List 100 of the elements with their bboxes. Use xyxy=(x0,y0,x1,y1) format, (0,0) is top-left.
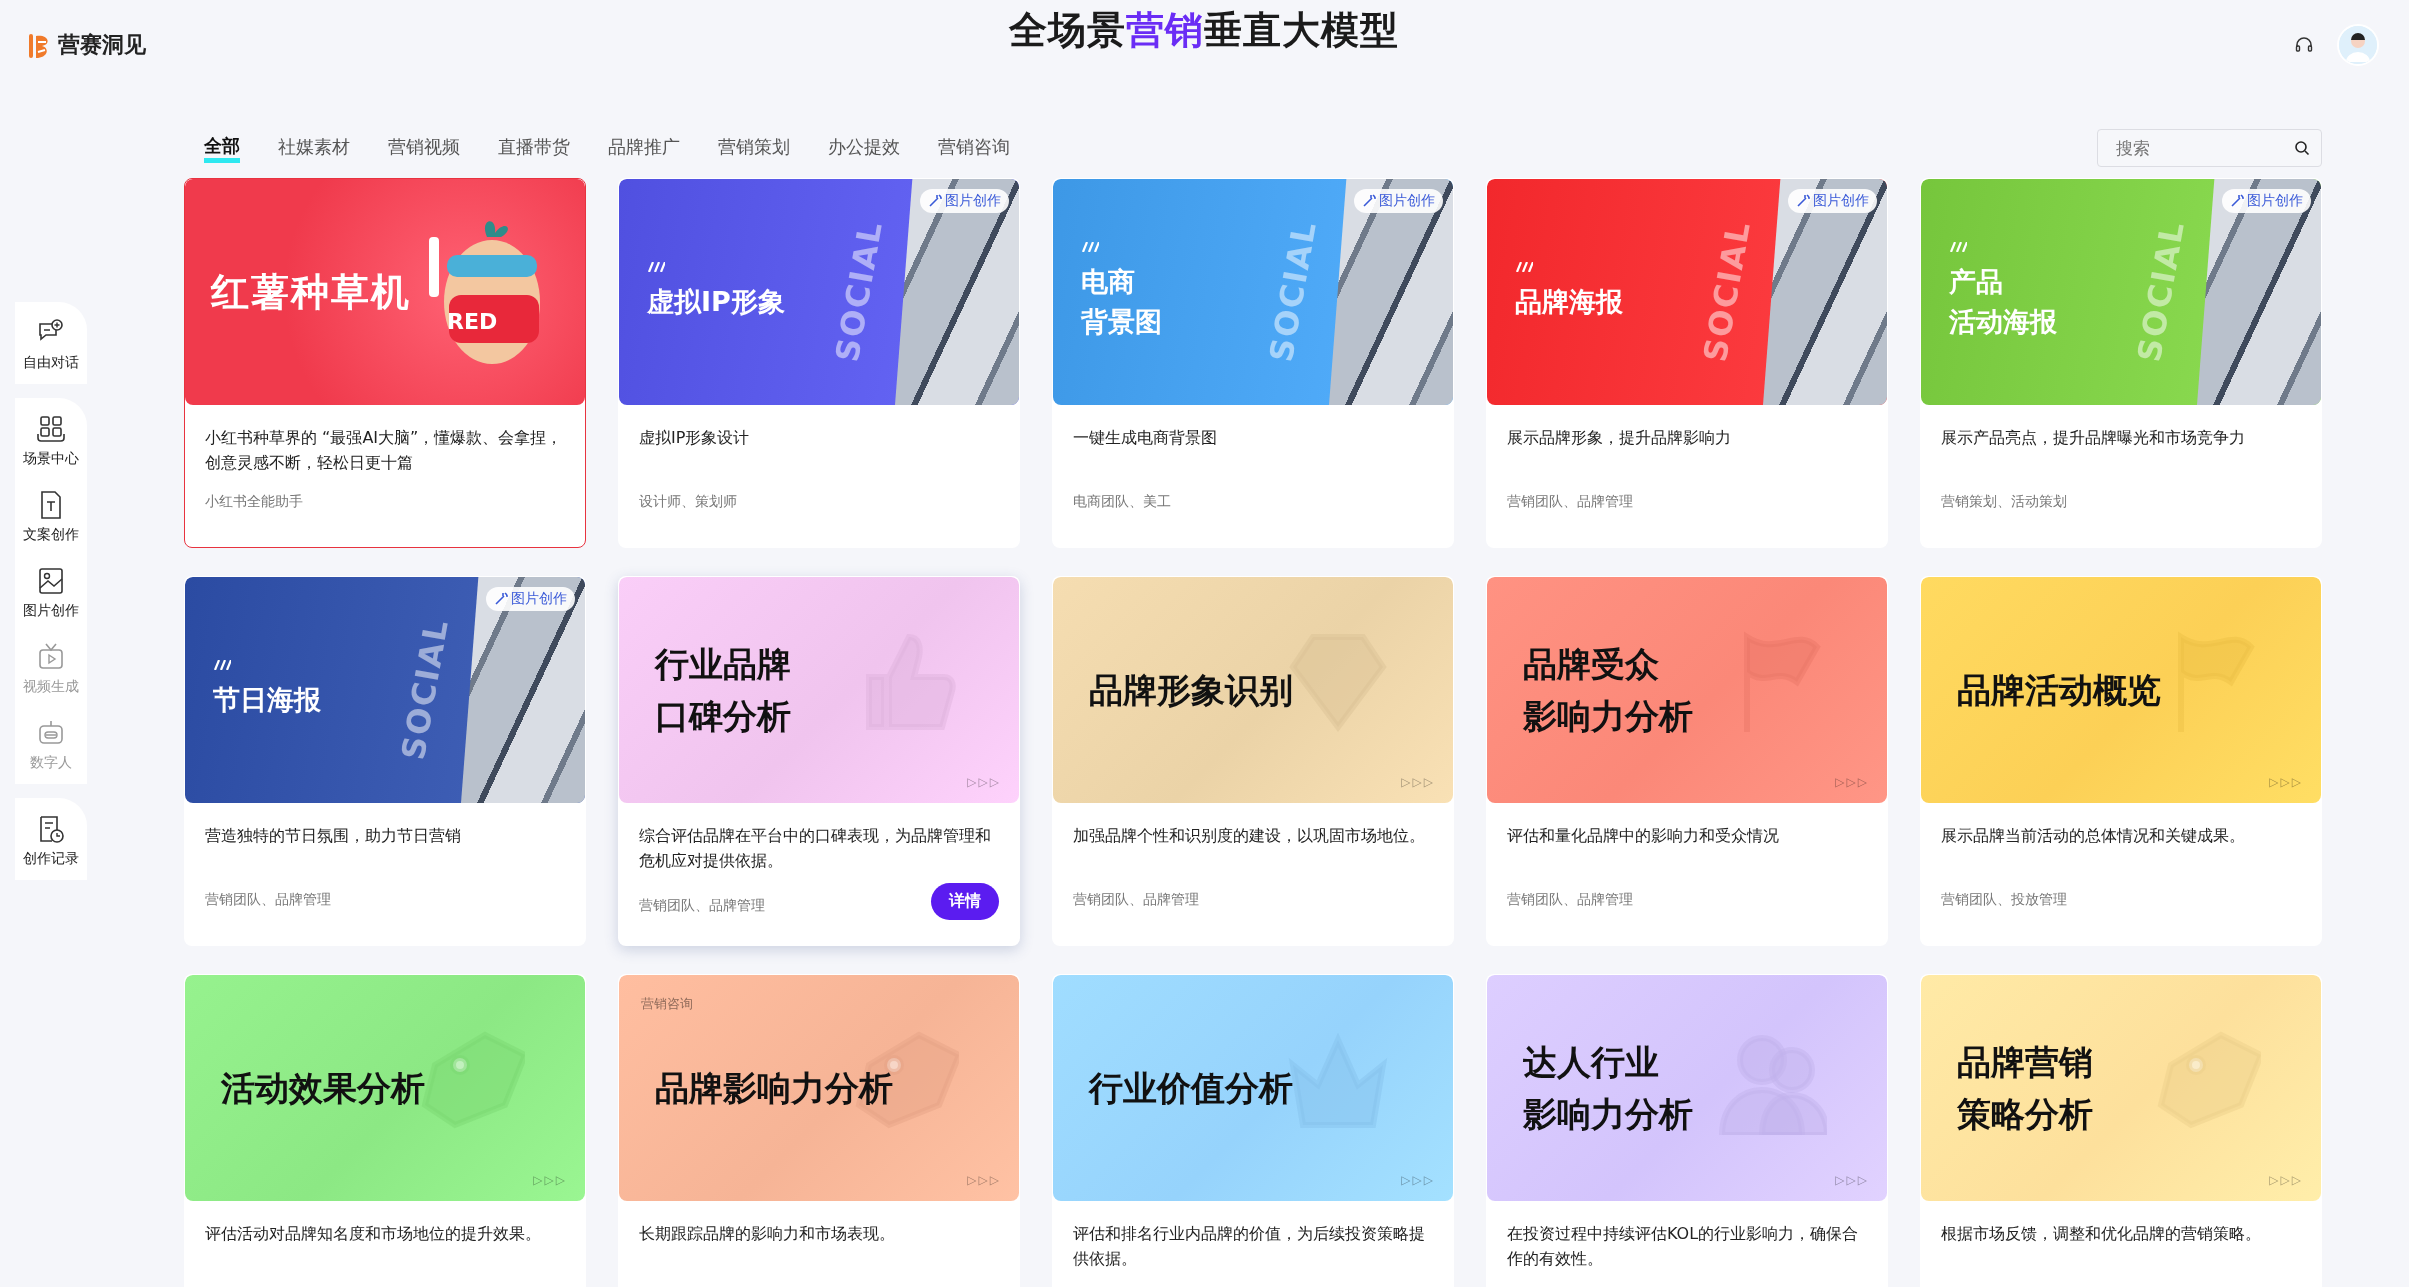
sidebar-item[interactable]: 图片创作 xyxy=(23,602,79,620)
cover-title: 红薯种草机 xyxy=(211,268,411,316)
slash-marks-icon xyxy=(1949,242,1967,252)
wand-icon xyxy=(928,194,942,208)
tab[interactable]: 营销视频 xyxy=(388,133,460,163)
headset-icon[interactable] xyxy=(2295,36,2313,54)
wand-icon xyxy=(1796,194,1810,208)
cover-title: 达人行业 xyxy=(1523,1041,1660,1084)
badge-text: 图片创作 xyxy=(1813,192,1869,210)
role-tags: 营销团队、品牌管理 xyxy=(205,891,331,909)
cover-title: 品牌形象识别 xyxy=(1089,669,1293,712)
search-field[interactable]: 搜索 xyxy=(2097,129,2322,167)
cover-title: 策略分析 xyxy=(1957,1093,2093,1136)
cover-title: 活动效果分析 xyxy=(221,1067,425,1110)
role-tags: 营销团队、品牌管理 xyxy=(639,896,765,915)
arrows-text: ▷▷▷ xyxy=(967,1173,1001,1187)
scenario-card[interactable]: 虚拟IP形象 SOCIAL 图片创作 虚拟IP形象设计 设计师、策划师 xyxy=(618,178,1020,548)
slash-marks-icon xyxy=(1515,262,1533,272)
card-description: 展示品牌当前活动的总体情况和关键成果。 xyxy=(1941,825,2246,847)
scenario-card[interactable]: 行业价值分析 ▷▷▷ 评估和排名行业内品牌的价值，为后续投资策略提供依据。 xyxy=(1052,974,1454,1287)
card-description: 综合评估品牌在平台中的口碑表现，为品牌管理和危机应对提供依据。 xyxy=(639,825,992,872)
badge-text: 图片创作 xyxy=(2247,192,2303,210)
cover-title: 品牌影响力分析 xyxy=(655,1067,893,1110)
scenario-card[interactable]: 活动效果分析 ▷▷▷ 评估活动对品牌知名度和市场地位的提升效果。 xyxy=(184,974,586,1287)
arrows-text: ▷▷▷ xyxy=(1401,1173,1435,1187)
sidebar-item[interactable]: 文案创作 xyxy=(23,526,79,544)
role-tags: 小红书全能助手 xyxy=(205,493,303,511)
sidebar-item[interactable]: 创作记录 xyxy=(23,850,79,868)
tab[interactable]: 品牌推广 xyxy=(608,133,680,163)
role-tags: 营销团队、品牌管理 xyxy=(1073,891,1199,909)
search-icon[interactable] xyxy=(2294,140,2310,156)
scenario-card[interactable]: 红薯种草机 RED 小红书种草界的 “最强AI大脑”，懂爆款、会拿捏，创意灵感不断，轻松日更十篇 小红书全能助手 xyxy=(184,178,586,548)
tab[interactable]: 社媒素材 xyxy=(278,133,350,163)
cover-title: 品牌受众 xyxy=(1523,643,1660,686)
scenario-card[interactable]: 营销咨询 品牌影响力分析 ▷▷▷ 长期跟踪品牌的影响力和市场表现。 xyxy=(618,974,1020,1287)
arrows-text: ▷▷▷ xyxy=(2269,775,2303,789)
details-button[interactable]: 详情 xyxy=(931,883,999,920)
video-icon xyxy=(36,642,66,672)
arrows-text: ▷▷▷ xyxy=(1835,775,1869,789)
tab[interactable]: 营销咨询 xyxy=(938,133,1010,163)
card-description: 虚拟IP形象设计 xyxy=(639,427,751,449)
social-text: SOCIAL xyxy=(1261,216,1325,367)
card-description: 展示品牌形象，提升品牌影响力 xyxy=(1507,427,1732,449)
card-description: 评估和量化品牌中的影响力和受众情况 xyxy=(1507,825,1780,847)
scenario-card[interactable]: 行业品牌 口碑分析 ▷▷▷ 综合评估品牌在平台中的口碑表现，为品牌管理和危机应对提供依据。 营销团队、品牌管理 详情 xyxy=(618,576,1020,946)
badge-text: 图片创作 xyxy=(511,590,567,608)
role-tags: 营销团队、投放管理 xyxy=(1941,891,2067,909)
scenario-card[interactable]: 品牌受众 影响力分析 ▷▷▷ 评估和量化品牌中的影响力和受众情况 营销团队、品牌管理 xyxy=(1486,576,1888,946)
arrows-text: ▷▷▷ xyxy=(1835,1173,1869,1187)
tab[interactable]: 直播带货 xyxy=(498,133,570,163)
grid-icon[interactable] xyxy=(36,414,66,444)
slash-marks-icon xyxy=(213,660,231,670)
cover-title: 品牌营销 xyxy=(1957,1041,2093,1084)
cover-title: 口碑分析 xyxy=(655,695,791,738)
scenario-card[interactable]: 品牌活动概览 ▷▷▷ 展示品牌当前活动的总体情况和关键成果。 营销团队、投放管理 xyxy=(1920,576,2322,946)
image-icon[interactable] xyxy=(36,566,66,596)
sidebar-item[interactable]: 自由对话 xyxy=(23,354,79,372)
wand-icon xyxy=(1362,194,1376,208)
card-description: 加强品牌个性和识别度的建设，以巩固市场地位。 xyxy=(1073,825,1426,847)
scenario-card[interactable]: 品牌形象识别 ▷▷▷ 加强品牌个性和识别度的建设，以巩固市场地位。 营销团队、品牌管理 xyxy=(1052,576,1454,946)
logo-text: 营赛洞见 xyxy=(58,31,146,59)
role-tags: 电商团队、美工 xyxy=(1073,493,1171,511)
scenario-card[interactable]: 节日海报 SOCIAL 图片创作 营造独特的节日氛围，助力节日营销 营销团队、品牌管理 xyxy=(184,576,586,946)
card-description: 长期跟踪品牌的影响力和市场表现。 xyxy=(639,1223,896,1245)
sidebar-item[interactable]: 场景中心 xyxy=(23,450,79,468)
arrows-text: ▷▷▷ xyxy=(967,775,1001,789)
tab[interactable]: 办公提效 xyxy=(828,133,900,163)
scenario-card[interactable]: 品牌海报 SOCIAL 图片创作 展示品牌形象，提升品牌影响力 营销团队、品牌管理 xyxy=(1486,178,1888,548)
role-tags: 营销策划、活动策划 xyxy=(1941,493,2067,511)
scenario-card[interactable]: 达人行业 影响力分析 ▷▷▷ 在投资过程中持续评估KOL的行业影响力，确保合作的有效性。 xyxy=(1486,974,1888,1287)
slash-marks-icon xyxy=(1081,242,1099,252)
scenario-card[interactable]: 品牌营销 策略分析 ▷▷▷ 根据市场反馈，调整和优化品牌的营销策略。 xyxy=(1920,974,2322,1287)
card-description: 小红书种草界的 “最强AI大脑”，懂爆款、会拿捏，创意灵感不断，轻松日更十篇 xyxy=(205,427,564,474)
sidebar-item: 视频生成 xyxy=(23,678,79,696)
social-text: SOCIAL xyxy=(1695,216,1759,367)
card-description: 营造独特的节日氛围，助力节日营销 xyxy=(205,825,462,847)
role-tags: 营销团队、品牌管理 xyxy=(1507,891,1633,909)
avatar[interactable] xyxy=(2337,24,2379,66)
arrows-text: ▷▷▷ xyxy=(2269,1173,2303,1187)
category-tag: 营销咨询 xyxy=(641,995,693,1013)
social-text: SOCIAL xyxy=(2129,216,2193,367)
social-text: SOCIAL xyxy=(393,614,457,765)
tab[interactable]: 营销策划 xyxy=(718,133,790,163)
badge-text: 图片创作 xyxy=(945,192,1001,210)
cover-title: 行业价值分析 xyxy=(1089,1067,1293,1110)
scenario-card[interactable]: 电商 背景图 SOCIAL 图片创作 一键生成电商背景图 电商团队、美工 xyxy=(1052,178,1454,548)
tab[interactable]: 全部 xyxy=(204,133,240,163)
card-description: 评估活动对品牌知名度和市场地位的提升效果。 xyxy=(205,1223,542,1245)
card-description: 评估和排名行业内品牌的价值，为后续投资策略提供依据。 xyxy=(1073,1223,1426,1270)
shirt-text: RED xyxy=(447,309,498,334)
scenario-card[interactable]: 产品 活动海报 SOCIAL 图片创作 展示产品亮点，提升品牌曝光和市场竞争力 营销策划、活动策划 xyxy=(1920,178,2322,548)
arrows-text: ▷▷▷ xyxy=(533,1173,567,1187)
social-text: SOCIAL xyxy=(827,216,891,367)
sidebar-item: 数字人 xyxy=(30,754,72,772)
wand-icon xyxy=(494,592,508,606)
card-description: 一键生成电商背景图 xyxy=(1073,427,1218,449)
cover-title: 影响力分析 xyxy=(1523,1093,1693,1136)
cover-title: 品牌活动概览 xyxy=(1957,669,2161,712)
card-description: 展示产品亮点，提升品牌曝光和市场竞争力 xyxy=(1941,427,2246,449)
arrows-text: ▷▷▷ xyxy=(1401,775,1435,789)
